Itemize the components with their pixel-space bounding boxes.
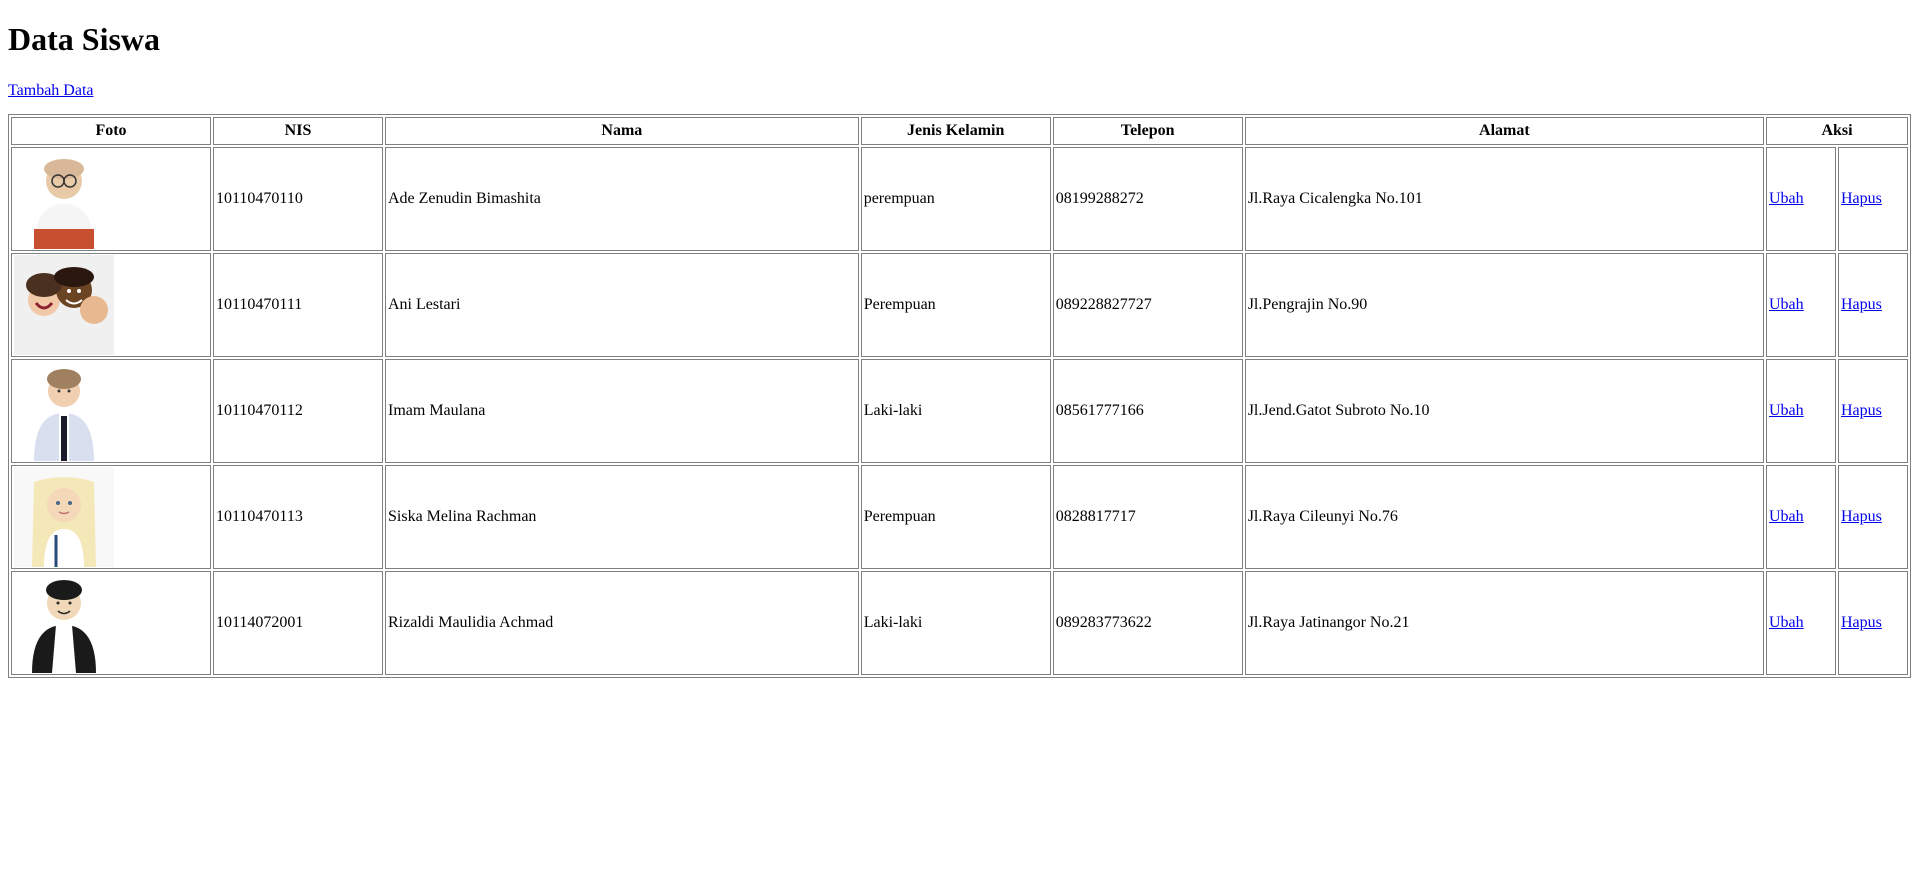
photo-cell xyxy=(11,359,211,463)
student-table: Foto NIS Nama Jenis Kelamin Telepon Alam… xyxy=(8,114,1911,678)
phone-cell: 089283773622 xyxy=(1053,571,1243,675)
edit-link[interactable]: Ubah xyxy=(1769,614,1804,631)
avatar xyxy=(14,149,114,249)
nama-cell: Siska Melina Rachman xyxy=(385,465,859,569)
gender-cell: Laki-laki xyxy=(861,359,1051,463)
avatar xyxy=(14,361,114,461)
edit-link[interactable]: Ubah xyxy=(1769,508,1804,525)
delete-link[interactable]: Hapus xyxy=(1841,508,1882,525)
table-row: 10110470112 Imam Maulana Laki-laki 08561… xyxy=(11,359,1908,463)
header-alamat: Alamat xyxy=(1245,117,1764,145)
header-jenis-kelamin: Jenis Kelamin xyxy=(861,117,1051,145)
photo-cell xyxy=(11,253,211,357)
header-aksi: Aksi xyxy=(1766,117,1908,145)
delete-link[interactable]: Hapus xyxy=(1841,190,1882,207)
delete-cell: Hapus xyxy=(1838,253,1908,357)
nama-cell: Rizaldi Maulidia Achmad xyxy=(385,571,859,675)
nis-cell: 10110470111 xyxy=(213,253,383,357)
edit-cell: Ubah xyxy=(1766,465,1836,569)
gender-cell: Laki-laki xyxy=(861,571,1051,675)
gender-cell: Perempuan xyxy=(861,253,1051,357)
page-title: Data Siswa xyxy=(8,21,1911,58)
table-row: 10110470113 Siska Melina Rachman Perempu… xyxy=(11,465,1908,569)
nis-cell: 10114072001 xyxy=(213,571,383,675)
avatar xyxy=(14,467,114,567)
edit-cell: Ubah xyxy=(1766,147,1836,251)
edit-link[interactable]: Ubah xyxy=(1769,190,1804,207)
phone-cell: 08561777166 xyxy=(1053,359,1243,463)
delete-cell: Hapus xyxy=(1838,147,1908,251)
delete-link[interactable]: Hapus xyxy=(1841,296,1882,313)
gender-cell: perempuan xyxy=(861,147,1051,251)
nama-cell: Ani Lestari xyxy=(385,253,859,357)
address-cell: Jl.Pengrajin No.90 xyxy=(1245,253,1764,357)
table-row: 10110470111 Ani Lestari Perempuan 089228… xyxy=(11,253,1908,357)
header-nama: Nama xyxy=(385,117,859,145)
delete-cell: Hapus xyxy=(1838,571,1908,675)
address-cell: Jl.Jend.Gatot Subroto No.10 xyxy=(1245,359,1764,463)
header-telepon: Telepon xyxy=(1053,117,1243,145)
nama-cell: Imam Maulana xyxy=(385,359,859,463)
header-foto: Foto xyxy=(11,117,211,145)
nis-cell: 10110470112 xyxy=(213,359,383,463)
edit-link[interactable]: Ubah xyxy=(1769,296,1804,313)
nis-cell: 10110470110 xyxy=(213,147,383,251)
table-row: 10110470110 Ade Zenudin Bimashita peremp… xyxy=(11,147,1908,251)
photo-cell xyxy=(11,147,211,251)
delete-link[interactable]: Hapus xyxy=(1841,614,1882,631)
phone-cell: 08199288272 xyxy=(1053,147,1243,251)
address-cell: Jl.Raya Cicalengka No.101 xyxy=(1245,147,1764,251)
edit-link[interactable]: Ubah xyxy=(1769,402,1804,419)
delete-link[interactable]: Hapus xyxy=(1841,402,1882,419)
photo-cell xyxy=(11,465,211,569)
phone-cell: 089228827727 xyxy=(1053,253,1243,357)
nis-cell: 10110470113 xyxy=(213,465,383,569)
avatar xyxy=(14,573,114,673)
delete-cell: Hapus xyxy=(1838,359,1908,463)
edit-cell: Ubah xyxy=(1766,253,1836,357)
header-nis: NIS xyxy=(213,117,383,145)
photo-cell xyxy=(11,571,211,675)
avatar xyxy=(14,255,114,355)
nama-cell: Ade Zenudin Bimashita xyxy=(385,147,859,251)
add-data-link[interactable]: Tambah Data xyxy=(8,82,94,100)
gender-cell: Perempuan xyxy=(861,465,1051,569)
phone-cell: 0828817717 xyxy=(1053,465,1243,569)
address-cell: Jl.Raya Cileunyi No.76 xyxy=(1245,465,1764,569)
table-row: 10114072001 Rizaldi Maulidia Achmad Laki… xyxy=(11,571,1908,675)
address-cell: Jl.Raya Jatinangor No.21 xyxy=(1245,571,1764,675)
table-header-row: Foto NIS Nama Jenis Kelamin Telepon Alam… xyxy=(11,117,1908,145)
edit-cell: Ubah xyxy=(1766,359,1836,463)
delete-cell: Hapus xyxy=(1838,465,1908,569)
edit-cell: Ubah xyxy=(1766,571,1836,675)
